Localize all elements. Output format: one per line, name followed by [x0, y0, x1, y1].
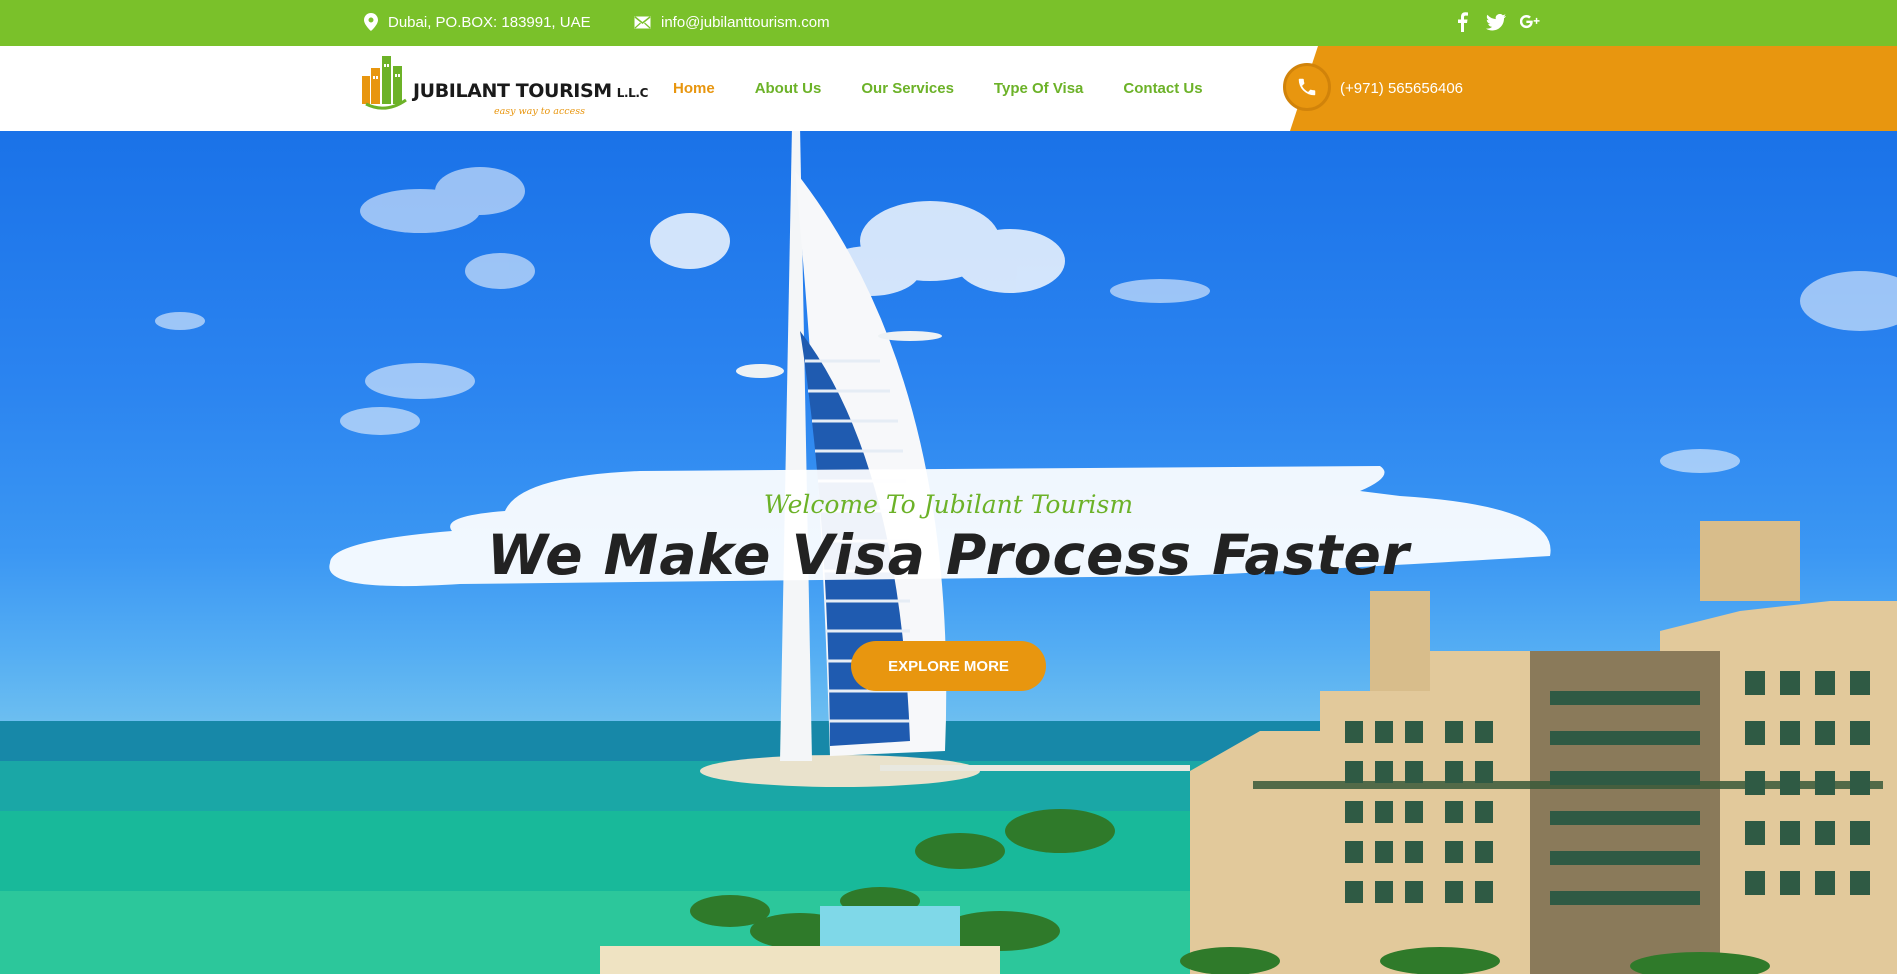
- map-pin-icon: [364, 13, 378, 31]
- logo-name-text: JUBILANT TOURISM: [413, 80, 612, 102]
- logo-mark-icon: [362, 56, 407, 110]
- address-text: Dubai, PO.BOX: 183991, UAE: [388, 13, 591, 31]
- hero-banner: Welcome To Jubilant Tourism We Make Visa…: [0, 131, 1897, 974]
- social-links: [1452, 0, 1540, 44]
- nav-contact-us[interactable]: Contact Us: [1123, 80, 1202, 97]
- nav-about-us[interactable]: About Us: [755, 80, 822, 97]
- top-bar: Dubai, PO.BOX: 183991, UAE info@jubilant…: [0, 0, 1897, 46]
- logo-suffix: L.L.C: [616, 86, 649, 100]
- hero-headline: We Make Visa Process Faster: [487, 523, 1410, 587]
- phone-number[interactable]: (+971) 565656406: [1340, 46, 1463, 131]
- envelope-icon: [634, 15, 651, 28]
- nav-our-services[interactable]: Our Services: [861, 80, 954, 97]
- nav-type-of-visa[interactable]: Type Of Visa: [994, 80, 1083, 97]
- site-logo[interactable]: JUBILANT TOURISM L.L.C easy way to access: [362, 54, 648, 120]
- logo-name: JUBILANT TOURISM L.L.C: [413, 80, 648, 102]
- email-info[interactable]: info@jubilanttourism.com: [634, 0, 830, 44]
- nav-home[interactable]: Home: [673, 80, 715, 97]
- facebook-icon[interactable]: [1452, 10, 1472, 34]
- address-info: Dubai, PO.BOX: 183991, UAE: [364, 0, 591, 44]
- email-text[interactable]: info@jubilanttourism.com: [661, 14, 830, 31]
- explore-more-button[interactable]: EXPLORE MORE: [851, 641, 1046, 691]
- main-header: JUBILANT TOURISM L.L.C easy way to access…: [0, 46, 1897, 131]
- hero-welcome: Welcome To Jubilant Tourism: [763, 490, 1134, 519]
- google-plus-icon[interactable]: [1520, 10, 1540, 34]
- logo-tagline: easy way to access: [494, 106, 585, 117]
- twitter-icon[interactable]: [1486, 10, 1506, 34]
- phone-icon[interactable]: [1283, 63, 1331, 111]
- main-nav: Home About Us Our Services Type Of Visa …: [673, 46, 1243, 131]
